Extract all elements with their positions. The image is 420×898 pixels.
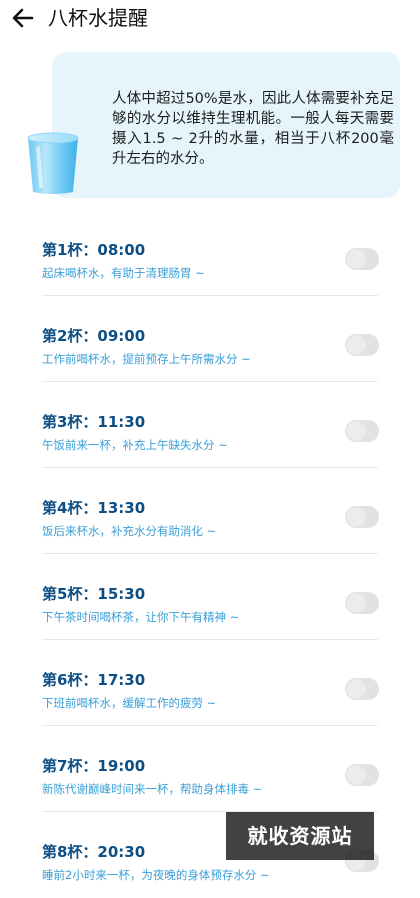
- cup-item-6[interactable]: 第6杯：17:30 下班前喝杯水，缓解工作的疲劳 ~: [0, 640, 420, 726]
- cup-time: 第8杯：20:30: [42, 843, 146, 861]
- cup-item-2[interactable]: 第2杯：09:00 工作前喝杯水，提前预存上午所需水分 ~: [0, 296, 420, 382]
- cup-item-4[interactable]: 第4杯：13:30 饭后来杯水，补充水分有助消化 ~: [0, 468, 420, 554]
- toggle-knob: [346, 421, 366, 441]
- arrow-left-icon: [12, 8, 34, 28]
- reminder-toggle[interactable]: [345, 764, 379, 786]
- cup-item-7[interactable]: 第7杯：19:00 新陈代谢巅峰时间来一杯，帮助身体排毒 ~: [0, 726, 420, 812]
- intro-card: 人体中超过50%是水，因此人体需要补充足够的水分以维持生理机能。一般人每天需要摄…: [52, 52, 400, 198]
- cup-item-5[interactable]: 第5杯：15:30 下午茶时间喝杯茶，让你下午有精神 ~: [0, 554, 420, 640]
- back-button[interactable]: [10, 6, 36, 30]
- app-header: 八杯水提醒: [0, 0, 420, 36]
- cup-time: 第7杯：19:00: [42, 757, 146, 775]
- toggle-knob: [346, 507, 366, 527]
- cup-tip: 午饭前来一杯，补充上午缺失水分 ~: [42, 438, 228, 452]
- cup-tip: 下午茶时间喝杯茶，让你下午有精神 ~: [42, 610, 240, 624]
- cup-time: 第5杯：15:30: [42, 585, 146, 603]
- cup-tip: 饭后来杯水，补充水分有助消化 ~: [42, 524, 217, 538]
- cup-time: 第3杯：11:30: [42, 413, 146, 431]
- cup-time: 第4杯：13:30: [42, 499, 146, 517]
- cup-time: 第1杯：08:00: [42, 241, 146, 259]
- page-title: 八杯水提醒: [48, 6, 148, 30]
- cup-list: 第1杯：08:00 起床喝杯水，有助于清理肠胃 ~ 第2杯：09:00 工作前喝…: [0, 210, 420, 898]
- cup-tip: 睡前2小时来一杯，为夜晚的身体预存水分 ~: [42, 868, 270, 882]
- water-glass-icon: [27, 132, 79, 194]
- cup-tip: 新陈代谢巅峰时间来一杯，帮助身体排毒 ~: [42, 782, 263, 796]
- cup-time: 第2杯：09:00: [42, 327, 146, 345]
- toggle-knob: [346, 765, 366, 785]
- cup-tip: 下班前喝杯水，缓解工作的疲劳 ~: [42, 696, 217, 710]
- reminder-toggle[interactable]: [345, 506, 379, 528]
- cup-tip: 工作前喝杯水，提前预存上午所需水分 ~: [42, 352, 251, 366]
- reminder-toggle[interactable]: [345, 678, 379, 700]
- reminder-toggle[interactable]: [345, 248, 379, 270]
- toggle-knob: [346, 593, 366, 613]
- cup-item-1[interactable]: 第1杯：08:00 起床喝杯水，有助于清理肠胃 ~: [0, 210, 420, 296]
- cup-item-3[interactable]: 第3杯：11:30 午饭前来一杯，补充上午缺失水分 ~: [0, 382, 420, 468]
- cup-tip: 起床喝杯水，有助于清理肠胃 ~: [42, 266, 205, 280]
- toggle-knob: [346, 679, 366, 699]
- watermark-overlay: 就收资源站: [226, 812, 374, 860]
- toggle-knob: [346, 335, 366, 355]
- toggle-knob: [346, 249, 366, 269]
- cup-time: 第6杯：17:30: [42, 671, 146, 689]
- reminder-toggle[interactable]: [345, 334, 379, 356]
- reminder-toggle[interactable]: [345, 592, 379, 614]
- reminder-toggle[interactable]: [345, 420, 379, 442]
- intro-text: 人体中超过50%是水，因此人体需要补充足够的水分以维持生理机能。一般人每天需要摄…: [112, 91, 394, 167]
